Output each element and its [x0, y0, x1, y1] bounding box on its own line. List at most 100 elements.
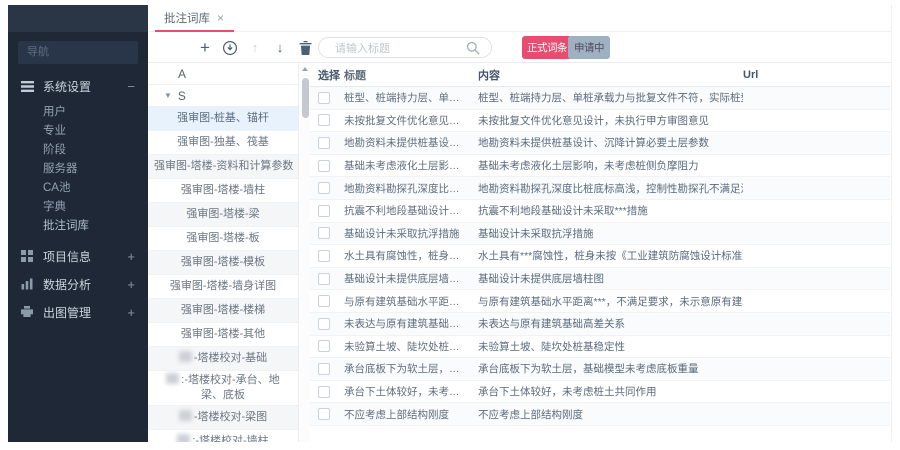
- category-item-label: 强审图-独基、筏基: [177, 136, 269, 148]
- cell-title[interactable]: 基础设计未采取抗浮措施: [344, 226, 478, 241]
- pending-entries-button[interactable]: 申请中: [568, 36, 610, 59]
- sidebar-item-0-0[interactable]: 用户: [8, 103, 148, 122]
- cell-title[interactable]: 桩型、桩端持力层、单桩承载力与...: [344, 90, 478, 105]
- sidebar-section-1[interactable]: 项目信息+: [8, 242, 148, 270]
- row-checkbox[interactable]: [318, 273, 330, 285]
- sidebar-section-label: 数据分析: [43, 276, 127, 293]
- app-window: 导航 系统设置−用户专业阶段服务器CA池字典批注词库项目信息+数据分析+出图管理…: [8, 5, 892, 442]
- cell-title[interactable]: 承台底板下为软土层，基础模型未...: [344, 361, 478, 376]
- cell-title[interactable]: 地勘资料勘探孔深度比桩底标高浅...: [344, 181, 478, 196]
- column-header-content: 内容: [478, 67, 743, 83]
- category-group-s[interactable]: ▼ S: [148, 85, 298, 107]
- expand-icon[interactable]: +: [127, 249, 135, 264]
- category-group-a[interactable]: A: [148, 63, 298, 85]
- category-item[interactable]: 强审图-塔楼-模板: [148, 251, 298, 275]
- sidebar-section-label: 系统设置: [43, 78, 127, 95]
- sidebar: 导航 系统设置−用户专业阶段服务器CA池字典批注词库项目信息+数据分析+出图管理…: [8, 5, 148, 442]
- sidebar-section-0[interactable]: 系统设置−: [8, 72, 148, 100]
- row-checkbox[interactable]: [318, 386, 330, 398]
- sidebar-nav-search-input[interactable]: 导航: [18, 41, 138, 64]
- scroll-up-icon[interactable]: [299, 63, 310, 76]
- category-item[interactable]: 强审图-塔楼-楼梯: [148, 299, 298, 323]
- category-item-label: :-塔楼校对-承台、地梁、底板: [181, 374, 279, 401]
- row-checkbox[interactable]: [318, 295, 330, 307]
- category-item[interactable]: 强审图-桩基、锚杆: [148, 107, 298, 131]
- tab-annotation-lexicon[interactable]: 批注词库 ×: [155, 5, 234, 32]
- entries-table: 选择 标题 内容 Url 桩型、桩端持力层、单桩承载力与...桩型、桩端持力层、…: [310, 63, 890, 442]
- sidebar-item-0-6[interactable]: 批注词库: [8, 217, 148, 236]
- formal-entries-button[interactable]: 正式词条: [522, 36, 572, 59]
- tab-close-icon[interactable]: ×: [217, 11, 224, 25]
- category-item[interactable]: 强审图-塔楼-梁: [148, 203, 298, 227]
- cell-title[interactable]: 抗震不利地段基础设计未采取必要...: [344, 203, 478, 218]
- add-icon[interactable]: +: [197, 39, 213, 56]
- cell-select: [310, 250, 344, 262]
- move-down-icon[interactable]: ↓: [272, 39, 288, 56]
- sidebar-section-2[interactable]: 数据分析+: [8, 270, 148, 298]
- category-item[interactable]: 强审图-塔楼-板: [148, 227, 298, 251]
- row-checkbox[interactable]: [318, 363, 330, 375]
- sidebar-section-label: 出图管理: [43, 304, 127, 321]
- category-scrollbar[interactable]: [298, 63, 310, 442]
- scrollbar-thumb[interactable]: [302, 78, 309, 118]
- sidebar-item-0-1[interactable]: 专业: [8, 122, 148, 141]
- category-item-label: 强审图-塔楼-楼梯: [181, 304, 265, 316]
- table-row: 未按批复文件优化意见设计，未执...未按批复文件优化意见设计，未执行甲方审图意见: [310, 110, 890, 133]
- expand-icon[interactable]: +: [127, 305, 135, 320]
- cell-title[interactable]: 水土具有腐蚀性，桩身未按《工业...: [344, 248, 478, 263]
- title-search-input[interactable]: 请输入标题: [318, 37, 492, 58]
- category-item[interactable]: 强审图-塔楼-墙身详图: [148, 275, 298, 299]
- sidebar-item-0-3[interactable]: 服务器: [8, 160, 148, 179]
- cell-title[interactable]: 地勘资料未提供桩基设计、沉降计...: [344, 135, 478, 150]
- cell-select: [310, 273, 344, 285]
- cell-title[interactable]: 与原有建筑基础水平距离不满足要...: [344, 294, 478, 309]
- cell-title[interactable]: 基础未考虑液化土层影响，未考虑...: [344, 158, 478, 173]
- row-checkbox[interactable]: [318, 92, 330, 104]
- row-checkbox[interactable]: [318, 137, 330, 149]
- expand-icon[interactable]: +: [127, 277, 135, 292]
- row-checkbox[interactable]: [318, 227, 330, 239]
- table-row: 基础设计未提供底层墙柱图基础设计未提供底层墙柱图: [310, 268, 890, 291]
- category-item[interactable]: 强审图-塔楼-其他: [148, 323, 298, 347]
- cell-title[interactable]: 基础设计未提供底层墙柱图: [344, 271, 478, 286]
- category-item[interactable]: -塔楼校对-梁图: [148, 406, 298, 430]
- export-icon[interactable]: [222, 39, 238, 56]
- cell-title[interactable]: 未表达与原有建筑基础高差关系: [344, 316, 478, 331]
- settings-menu-icon: [21, 80, 35, 92]
- category-item[interactable]: :-塔楼校对-承台、地梁、底板: [148, 371, 298, 406]
- delete-icon[interactable]: [297, 39, 313, 56]
- category-list: 强审图-桩基、锚杆强审图-独基、筏基强审图-塔楼-资料和计算参数强审图-塔楼-墙…: [148, 107, 298, 442]
- row-checkbox[interactable]: [318, 182, 330, 194]
- cell-title[interactable]: 未按批复文件优化意见设计，未执...: [344, 113, 478, 128]
- cell-content: 未表达与原有建筑基础高差关系: [478, 316, 743, 331]
- category-item[interactable]: :-塔楼校对-墙柱: [148, 430, 298, 442]
- cell-select: [310, 295, 344, 307]
- category-item[interactable]: 强审图-塔楼-资料和计算参数: [148, 155, 298, 179]
- move-up-icon[interactable]: ↑: [247, 39, 263, 56]
- sidebar-item-0-4[interactable]: CA池: [8, 179, 148, 198]
- table-row: 不应考虑上部结构刚度不应考虑上部结构刚度: [310, 403, 890, 426]
- category-item[interactable]: -塔楼校对-基础: [148, 347, 298, 371]
- row-checkbox[interactable]: [318, 160, 330, 172]
- cell-title[interactable]: 承台下土体较好，未考虑桩土共同...: [344, 384, 478, 399]
- collapse-icon[interactable]: −: [127, 79, 135, 94]
- category-item[interactable]: 强审图-独基、筏基: [148, 131, 298, 155]
- project-info-icon: [21, 250, 35, 262]
- row-checkbox[interactable]: [318, 408, 330, 420]
- row-checkbox[interactable]: [318, 340, 330, 352]
- cell-title[interactable]: 未验算土坡、陡坎处桩基稳定性: [344, 339, 478, 354]
- sidebar-item-0-2[interactable]: 阶段: [8, 141, 148, 160]
- cell-select: [310, 340, 344, 352]
- cell-title[interactable]: 不应考虑上部结构刚度: [344, 407, 478, 422]
- row-checkbox[interactable]: [318, 205, 330, 217]
- sidebar-section-3[interactable]: 出图管理+: [8, 298, 148, 326]
- search-icon[interactable]: [466, 41, 480, 55]
- row-checkbox[interactable]: [318, 318, 330, 330]
- sidebar-item-0-5[interactable]: 字典: [8, 198, 148, 217]
- category-item[interactable]: 强审图-塔楼-墙柱: [148, 179, 298, 203]
- row-checkbox[interactable]: [318, 114, 330, 126]
- table-body: 桩型、桩端持力层、单桩承载力与...桩型、桩端持力层、单桩承载力与批复文件不符，…: [310, 87, 890, 426]
- row-checkbox[interactable]: [318, 250, 330, 262]
- cell-select: [310, 137, 344, 149]
- search-placeholder: 请输入标题: [335, 40, 466, 56]
